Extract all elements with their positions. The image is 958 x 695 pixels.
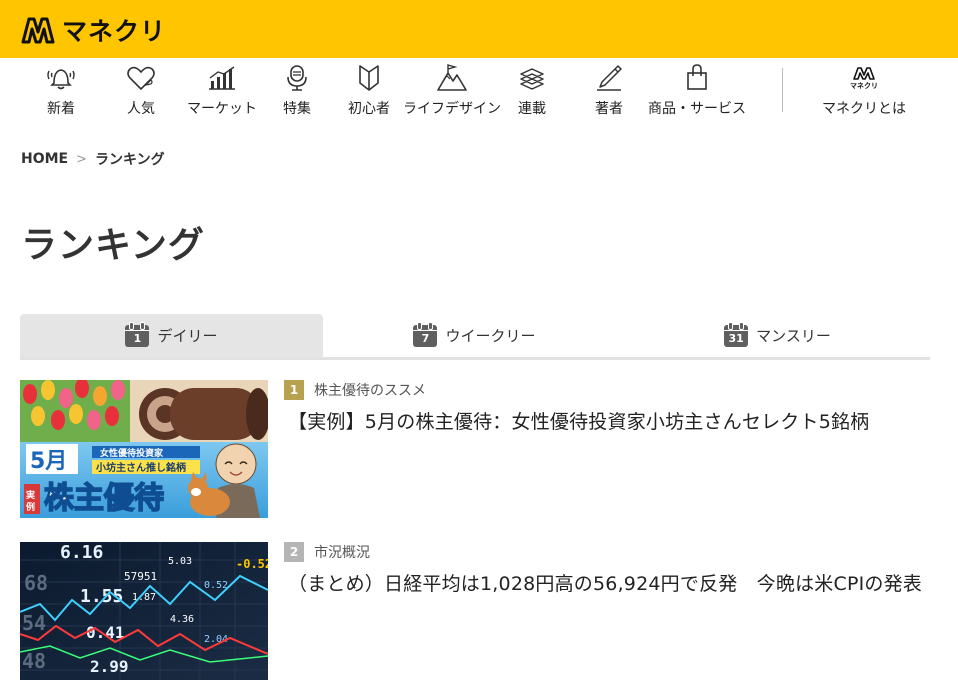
svg-text:実: 実 (26, 489, 35, 501)
ranking-item[interactable]: 5月 女性優待投資家 小坊主さん推し銘柄 実 例 株主優待 1 株主優待のススメ… (20, 380, 940, 520)
about-logo-icon: マネクリ (848, 62, 880, 94)
microphone-icon (281, 62, 313, 94)
breadcrumb-current: ランキング (95, 152, 165, 168)
nav-item-label: マネクリとは (822, 101, 906, 117)
nav-item-label: マーケット (187, 101, 257, 117)
ranking-item[interactable]: 6.16 57951 1.55 0.41 2.99 5.03 1.87 4.36… (20, 542, 940, 682)
article-thumbnail[interactable]: 5月 女性優待投資家 小坊主さん推し銘柄 実 例 株主優待 (20, 380, 268, 518)
page-title: ランキング (21, 225, 205, 266)
nav-item-label: 特集 (283, 101, 311, 117)
site-logo[interactable]: マネクリ (20, 12, 166, 48)
calendar-icon: 7 (413, 321, 438, 347)
svg-text:4.36: 4.36 (170, 614, 194, 625)
rank-row: 2 市況概況 (284, 542, 370, 562)
mountain-flag-icon (436, 62, 468, 94)
nav-item-series[interactable]: 連載 (511, 62, 553, 122)
nav-item-label: 著者 (595, 101, 623, 117)
svg-text:小坊主さん推し銘柄: 小坊主さん推し銘柄 (95, 461, 186, 474)
nav-item-label: 商品・サービス (648, 101, 746, 117)
shopping-bag-icon (681, 62, 713, 94)
svg-text:女性優待投資家: 女性優待投資家 (100, 447, 164, 459)
nav-item-products[interactable]: 商品・サービス (648, 62, 746, 122)
svg-text:2.04: 2.04 (204, 634, 228, 645)
logo-text: マネクリ (62, 17, 167, 46)
chart-icon (206, 62, 238, 94)
tab-label: ウイークリー (445, 327, 536, 345)
rank-badge: 2 (284, 542, 304, 562)
svg-text:57951: 57951 (124, 570, 157, 583)
svg-text:48: 48 (22, 649, 46, 673)
svg-text:2.99: 2.99 (90, 657, 129, 676)
category-nav: 新着 人気 マーケット 特集 初心者 ライフデザイン 連載 著者 商品・サービス… (0, 58, 958, 126)
svg-text:68: 68 (24, 571, 48, 595)
article-category[interactable]: 市況概況 (314, 542, 370, 562)
nav-divider (782, 68, 783, 112)
nav-item-label: 連載 (518, 101, 546, 117)
heart-icon (125, 62, 157, 94)
nav-item-label: ライフデザイン (403, 101, 501, 117)
article-title[interactable]: 【実例】5月の株主優待：女性優待投資家小坊主さんセレクト5銘柄 (288, 407, 869, 434)
svg-text:5月: 5月 (30, 449, 67, 474)
tab-weekly[interactable]: 7 ウイークリー (323, 314, 626, 357)
tab-monthly[interactable]: 31 マンスリー (626, 314, 929, 357)
nav-item-popular[interactable]: 人気 (120, 62, 162, 122)
svg-text:0.52: 0.52 (204, 580, 228, 591)
article-title[interactable]: （まとめ）日経平均は1,028円高の56,924円で反発 今晩は米CPIの発表 (288, 569, 922, 596)
about-logo-text: マネクリ (850, 81, 878, 90)
svg-text:5.03: 5.03 (168, 556, 192, 567)
rank-row: 1 株主優待のススメ (284, 380, 426, 400)
tab-label: デイリー (157, 327, 218, 345)
nav-item-feature[interactable]: 特集 (276, 62, 318, 122)
article-thumbnail[interactable]: 6.16 57951 1.55 0.41 2.99 5.03 1.87 4.36… (20, 542, 268, 680)
logo-mark-icon (21, 17, 55, 44)
breadcrumb: HOME > ランキング (21, 149, 165, 169)
nav-item-life-design[interactable]: ライフデザイン (403, 62, 501, 122)
svg-text:6.16: 6.16 (60, 542, 103, 563)
tab-daily[interactable]: 1 デイリー (20, 314, 323, 357)
nav-item-label: 新着 (47, 101, 75, 117)
breadcrumb-home-link[interactable]: HOME (21, 151, 68, 167)
svg-text:-0.52: -0.52 (236, 557, 268, 571)
svg-text:例: 例 (26, 501, 35, 513)
beginner-mark-icon (353, 62, 385, 94)
bell-icon (45, 62, 77, 94)
ranking-tabs: 1 デイリー 7 ウイークリー 31 マンスリー (20, 314, 930, 360)
stacked-books-icon (516, 62, 548, 94)
nav-item-authors[interactable]: 著者 (588, 62, 630, 122)
nav-item-about[interactable]: マネクリ マネクリとは (818, 62, 910, 122)
nav-item-beginner[interactable]: 初心者 (345, 62, 393, 122)
article-category[interactable]: 株主優待のススメ (314, 380, 426, 400)
pen-icon (593, 62, 625, 94)
svg-text:54: 54 (22, 611, 46, 635)
breadcrumb-separator: > (76, 151, 88, 167)
nav-item-label: 初心者 (348, 101, 390, 117)
svg-text:株主優待: 株主優待 (44, 481, 164, 516)
calendar-icon: 31 (724, 321, 749, 347)
nav-item-market[interactable]: マーケット (187, 62, 257, 122)
calendar-icon: 1 (125, 321, 150, 347)
nav-item-new[interactable]: 新着 (40, 62, 82, 122)
tab-label: マンスリー (756, 327, 831, 345)
nav-item-label: 人気 (127, 101, 155, 117)
rank-badge: 1 (284, 380, 304, 400)
site-header: マネクリ (0, 0, 958, 58)
